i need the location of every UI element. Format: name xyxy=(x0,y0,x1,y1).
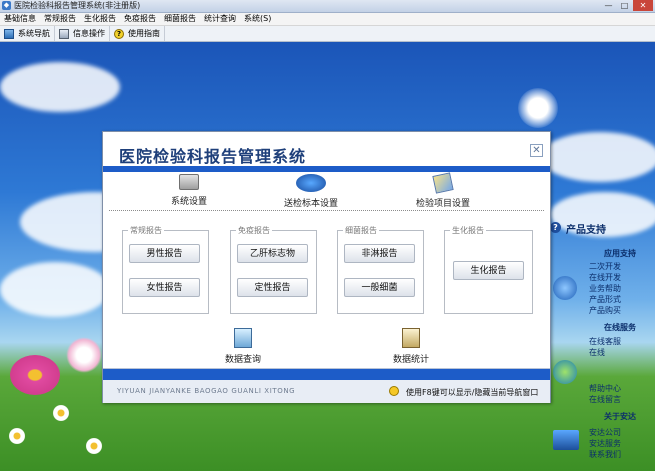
close-window-button[interactable]: ✕ xyxy=(633,0,653,11)
sample-icon xyxy=(296,174,326,192)
menu-system[interactable]: 系统(S) xyxy=(240,13,275,25)
dialog-title: 医院检验科报告管理系统 xyxy=(119,147,307,166)
group-label: 免疫报告 xyxy=(236,225,272,236)
support-link[interactable]: 联系我们 xyxy=(589,449,621,460)
info-operation-icon xyxy=(59,28,69,39)
menu-routine-report[interactable]: 常规报告 xyxy=(40,13,80,25)
support-title: 产品支持 xyxy=(566,225,606,236)
support-link[interactable]: 在线 xyxy=(589,347,605,358)
arrow-icon xyxy=(553,276,577,300)
footer-hint: 使用F8键可以显示/隐藏当前导航窗口 xyxy=(406,388,539,397)
non-gonococcal-report-button[interactable]: 非淋报告 xyxy=(344,244,415,263)
statistics-icon xyxy=(402,328,420,348)
routine-report-group: 常规报告 男性报告 女性报告 xyxy=(122,225,209,314)
system-navigation-label: 系统导航 xyxy=(18,29,50,38)
menu-immune-report[interactable]: 免疫报告 xyxy=(120,13,160,25)
support-link[interactable]: 产品购买 xyxy=(589,305,621,316)
section-heading: 在线服务 xyxy=(604,323,636,332)
cloud xyxy=(0,62,120,112)
globe-icon xyxy=(553,360,577,384)
product-support-panel: ? 产品支持 应用支持 二次开发 在线开发 业务帮助 产品形式 产品购买 在线服… xyxy=(548,218,655,471)
support-link[interactable]: 帮助中心 xyxy=(589,383,621,394)
navigation-icon xyxy=(4,28,14,39)
section-heading: 关于安达 xyxy=(604,412,636,421)
gear-icon xyxy=(179,174,199,190)
biochem-report-button[interactable]: 生化报告 xyxy=(453,261,524,280)
flower xyxy=(85,437,103,455)
immune-report-group: 免疫报告 乙肝标志物 定性报告 xyxy=(230,225,317,314)
support-link[interactable]: 安达公司 xyxy=(589,427,621,438)
female-report-button[interactable]: 女性报告 xyxy=(129,278,200,297)
window-titlebar: ◆ 医院检验科报告管理系统(非注册版) — □ ✕ xyxy=(0,0,655,13)
support-link[interactable]: 产品形式 xyxy=(589,294,621,305)
data-query-label: 数据查询 xyxy=(225,355,262,365)
toolbar: 系统导航 信息操作 ? 使用指南 xyxy=(0,26,655,42)
hepatitis-b-marker-button[interactable]: 乙肝标志物 xyxy=(237,244,308,263)
sun xyxy=(518,88,558,128)
general-bacteria-button[interactable]: 一般细菌 xyxy=(344,278,415,297)
footer-band xyxy=(103,369,550,380)
test-item-settings-button[interactable]: 检验项目设置 xyxy=(416,172,471,209)
user-guide-label: 使用指南 xyxy=(128,29,160,38)
data-query-button[interactable]: 数据查询 xyxy=(225,328,261,365)
support-link[interactable]: 在线留言 xyxy=(589,394,621,405)
support-link[interactable]: 在线开发 xyxy=(589,272,621,283)
menu-biochem-report[interactable]: 生化报告 xyxy=(80,13,120,25)
flower xyxy=(66,337,102,373)
navigation-dialog: 医院检验科报告管理系统 ✕ 系统设置 送检标本设置 检验项目设置 常规报告 男性… xyxy=(102,131,551,403)
section-divider xyxy=(109,210,544,211)
sample-settings-label: 送检标本设置 xyxy=(284,199,339,209)
data-statistics-label: 数据统计 xyxy=(393,355,430,365)
minimize-button[interactable]: — xyxy=(601,0,616,11)
data-statistics-button[interactable]: 数据统计 xyxy=(393,328,429,365)
support-link[interactable]: 业务帮助 xyxy=(589,283,621,294)
info-operation-label: 信息操作 xyxy=(73,29,105,38)
monitor-icon xyxy=(553,430,579,450)
flower xyxy=(52,404,70,422)
group-label: 生化报告 xyxy=(450,225,486,236)
window-controls: — □ ✕ xyxy=(600,0,653,11)
system-navigation-button[interactable]: 系统导航 xyxy=(0,26,55,41)
sample-settings-button[interactable]: 送检标本设置 xyxy=(284,174,338,209)
system-settings-button[interactable]: 系统设置 xyxy=(171,174,207,207)
lightbulb-icon xyxy=(389,386,399,396)
info-operation-button[interactable]: 信息操作 xyxy=(55,26,110,41)
section-heading: 应用支持 xyxy=(604,249,636,258)
query-icon xyxy=(234,328,252,348)
test-item-settings-label: 检验项目设置 xyxy=(416,199,471,209)
support-link[interactable]: 在线客服 xyxy=(589,336,621,347)
menu-statistics-query[interactable]: 统计查询 xyxy=(200,13,240,25)
app-icon: ◆ xyxy=(2,1,11,10)
help-icon: ? xyxy=(550,222,561,233)
menubar: 基础信息 常规报告 生化报告 免疫报告 细菌报告 统计查询 系统(S) xyxy=(0,13,655,26)
book-icon xyxy=(432,172,454,194)
cloud xyxy=(0,262,110,317)
maximize-button[interactable]: □ xyxy=(617,0,632,11)
title-divider xyxy=(103,166,550,172)
support-link[interactable]: 安达服务 xyxy=(589,438,621,449)
dialog-close-button[interactable]: ✕ xyxy=(530,144,543,157)
male-report-button[interactable]: 男性报告 xyxy=(129,244,200,263)
help-icon: ? xyxy=(114,28,124,39)
group-label: 常规报告 xyxy=(128,225,164,236)
qualitative-report-button[interactable]: 定性报告 xyxy=(237,278,308,297)
biochem-report-group: 生化报告 生化报告 xyxy=(444,225,533,314)
flower xyxy=(8,427,26,445)
user-guide-button[interactable]: ? 使用指南 xyxy=(110,26,165,41)
footer-pinyin: YIYUAN JIANYANKE BAOGAO GUANLI XITONG xyxy=(117,387,296,395)
cloud xyxy=(540,132,655,182)
window-title: 医院检验科报告管理系统(非注册版) xyxy=(14,1,141,10)
support-link[interactable]: 二次开发 xyxy=(589,261,621,272)
menu-basic-info[interactable]: 基础信息 xyxy=(0,13,40,25)
system-settings-label: 系统设置 xyxy=(171,197,208,207)
bacteria-report-group: 细菌报告 非淋报告 一般细菌 xyxy=(337,225,424,314)
menu-bacteria-report[interactable]: 细菌报告 xyxy=(160,13,200,25)
group-label: 细菌报告 xyxy=(343,225,379,236)
flower xyxy=(10,355,60,395)
dialog-footer: YIYUAN JIANYANKE BAOGAO GUANLI XITONG 使用… xyxy=(103,368,550,403)
